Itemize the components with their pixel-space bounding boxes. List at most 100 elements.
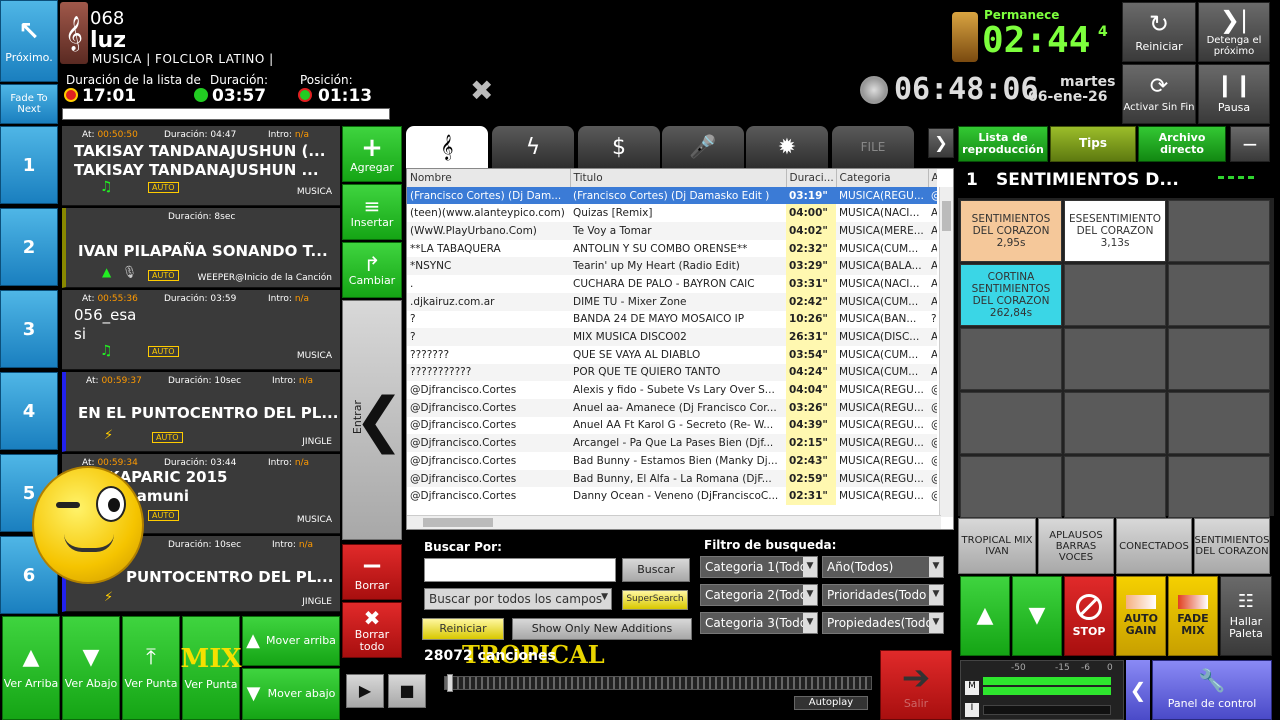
cart-cell-empty[interactable] <box>1168 200 1270 262</box>
exit-button[interactable]: ➔ Salir <box>880 650 952 720</box>
queue-number-4[interactable]: 4 <box>0 372 58 450</box>
tab-effects[interactable]: ϟ <box>492 126 574 168</box>
tab-next-button[interactable]: ❯ <box>928 128 954 158</box>
next-button[interactable]: ↖ Próximo. <box>0 0 58 82</box>
table-row[interactable]: ? BANDA 24 DE MAYO MOSAICO IP 10:26" MUSICA… <box>407 310 937 329</box>
queue-item[interactable]: Duración: 8sec IVAN PILAPAÑA SONANDO T..… <box>62 208 340 288</box>
queue-number-2[interactable]: 2 <box>0 208 58 286</box>
delete-button[interactable]: − Borrar <box>342 544 402 600</box>
cart-cell-empty[interactable] <box>1168 456 1270 518</box>
tips-button[interactable]: Tips <box>1050 126 1136 162</box>
tab-music[interactable]: 𝄞 <box>406 126 488 168</box>
column-header[interactable]: Duraci... <box>786 169 837 187</box>
find-palette-button[interactable]: ☷ Hallar Paleta <box>1220 576 1272 656</box>
column-header[interactable]: Nombre <box>407 169 571 187</box>
table-row[interactable]: **LA TABAQUERA ANTOLIN Y SU COMBO ORENSE*… <box>407 239 937 258</box>
table-row[interactable]: ??????? QUE SE VAYA AL DIABLO 03:54" MUSICA… <box>407 345 937 364</box>
supersearch-button[interactable]: SuperSearch <box>622 590 688 610</box>
direct-file-button[interactable]: Archivo directo <box>1138 126 1226 162</box>
category1-select[interactable]: Categoria 1(Todo ▼ <box>700 556 818 578</box>
table-row[interactable]: @Djfrancisco.Cortes Bad Bunny, El Alfa - … <box>407 469 937 488</box>
palette-tab[interactable]: SENTIMIENTOS DEL CORAZON <box>1194 518 1270 574</box>
column-header[interactable]: Categoria <box>836 169 929 187</box>
queue-item[interactable]: At: 00:55:36 Duración: 03:59 Intro: n/a 05… <box>62 290 340 370</box>
preview-seek-bar[interactable] <box>444 674 872 692</box>
category3-select[interactable]: Categoria 3(Todo ▼ <box>700 612 818 634</box>
enter-button[interactable]: Entrar ❮ <box>342 300 404 540</box>
category2-select[interactable]: Categoria 2(Todo ▼ <box>700 584 818 606</box>
cart-cell-empty[interactable] <box>1064 328 1166 390</box>
queue-number-3[interactable]: 3 <box>0 290 58 368</box>
table-row[interactable]: @Djfrancisco.Cortes Bad Bunny - Estamos B… <box>407 452 937 470</box>
priority-select[interactable]: Prioridades(Todo ▼ <box>822 584 944 606</box>
cart-cell-empty[interactable] <box>960 328 1062 390</box>
delete-all-button[interactable]: ✖ Borrar todo <box>342 602 402 658</box>
cart-cell-empty[interactable] <box>1064 456 1166 518</box>
cart-cell-empty[interactable] <box>960 392 1062 454</box>
column-header[interactable]: A <box>928 169 937 187</box>
table-row[interactable]: @Djfrancisco.Cortes Anuel AA Ft Karol G -… <box>407 416 937 435</box>
move-up-button[interactable]: ▲ Mover arriba <box>242 616 340 666</box>
mute-icon[interactable]: ✖ <box>470 74 493 107</box>
cart-cell[interactable]: ESESENTIMIENTO DEL CORAZON 3,13s <box>1064 200 1166 262</box>
auto-gain-button[interactable]: AUTO GAIN <box>1116 576 1166 656</box>
search-button[interactable]: Buscar <box>622 558 690 582</box>
queue-number-1[interactable]: 1 <box>0 126 58 204</box>
view-up-button[interactable]: ▲ Ver Arriba <box>2 616 60 720</box>
table-row[interactable]: (Francisco Cortes) (Dj Dam... (Francisco … <box>407 186 937 205</box>
palette-tab[interactable]: TROPICAL MIX IVAN <box>958 518 1036 574</box>
fade-mix-button[interactable]: FADE MIX <box>1168 576 1218 656</box>
move-down-button[interactable]: ▼ Mover abajo <box>242 668 340 720</box>
tab-voice[interactable]: 🎤 <box>662 126 744 168</box>
fade-to-next-button[interactable]: Fade To Next <box>0 84 58 124</box>
cart-cell-empty[interactable] <box>1168 328 1270 390</box>
stop-preview-button[interactable]: ■ <box>388 674 426 708</box>
table-row[interactable]: (WwW.PlayUrbano.Com) Te Voy a Tomar 04:02"… <box>407 222 937 240</box>
horizontal-scrollbar[interactable] <box>407 515 941 529</box>
cart-cell-empty[interactable] <box>1168 264 1270 326</box>
view-down-button[interactable]: ▼ Ver Abajo <box>62 616 120 720</box>
table-row[interactable]: . CUCHARA DE PALO - BAYRON CAIC 03:31" MUSI… <box>407 275 937 293</box>
minimize-button[interactable]: − <box>1230 126 1270 162</box>
palette-up-button[interactable]: ▲ <box>960 576 1010 656</box>
add-button[interactable]: + Agregar <box>342 126 402 182</box>
play-button[interactable]: ▶ <box>346 674 384 708</box>
show-new-button[interactable]: Show Only New Additions <box>512 618 692 640</box>
loop-button[interactable]: ⟳ Activar Sin Fin <box>1122 64 1196 124</box>
cart-cell-empty[interactable] <box>1064 264 1166 326</box>
stop-next-button[interactable]: ❯| Detenga el próximo <box>1198 2 1270 62</box>
playlist-button[interactable]: Lista de reproducción <box>958 126 1048 162</box>
tab-misc[interactable]: ✹ <box>746 126 828 168</box>
table-row[interactable]: (teen)(www.alanteypico.com) Quizas [Remix… <box>407 204 937 223</box>
view-top-button[interactable]: ⤒ Ver Punta <box>122 616 180 720</box>
year-select[interactable]: Año(Todos) ▼ <box>822 556 944 578</box>
properties-select[interactable]: Propiedades(Todo ▼ <box>822 612 944 634</box>
table-row[interactable]: *NSYNC Tearin' up My Heart (Radio Edit) 03… <box>407 257 937 276</box>
palette-tab[interactable]: APLAUSOS BARRAS VOCES <box>1038 518 1114 574</box>
insert-button[interactable]: ≡ Insertar <box>342 184 402 240</box>
autoplay-toggle[interactable]: Autoplay <box>794 696 868 710</box>
table-row[interactable]: ??????????? POR QUE TE QUIERO TANTO 04:24"… <box>407 363 937 382</box>
search-input[interactable] <box>424 558 616 582</box>
cart-cell-empty[interactable] <box>960 456 1062 518</box>
table-row[interactable]: @Djfrancisco.Cortes Alexis y fido - Subet… <box>407 381 937 399</box>
column-header[interactable]: Titulo <box>570 169 787 187</box>
restart-button[interactable]: ↻ Reiniciar <box>1122 2 1196 62</box>
progress-bar[interactable] <box>62 108 390 120</box>
seek-handle[interactable] <box>447 674 453 692</box>
table-row[interactable]: @Djfrancisco.Cortes Anuel aa- Amanece (Dj… <box>407 398 937 417</box>
cart-cell-empty[interactable] <box>1168 392 1270 454</box>
queue-item[interactable]: At: 00:59:37 Duración: 10sec Intro: n/a EN… <box>62 372 340 452</box>
library-list[interactable]: Nombre Titulo Duraci... Categoria A (Fra… <box>406 168 954 530</box>
table-row[interactable]: ?MIX MUSICA DISCO0226:31"MUSICA(DISC...A <box>407 328 937 346</box>
vertical-scrollbar[interactable] <box>939 187 953 517</box>
tab-file[interactable]: FILE <box>832 126 914 168</box>
cart-cell[interactable]: SENTIMIENTOS DEL CORAZON 2,95s <box>960 200 1062 262</box>
search-scope-select[interactable]: Buscar por todos los campos ▼ <box>424 588 612 610</box>
cart-cell-empty[interactable] <box>1064 392 1166 454</box>
table-row[interactable]: @Djfrancisco.Cortes Danny Ocean - Veneno … <box>407 487 937 506</box>
control-panel-button[interactable]: 🔧 Panel de control <box>1152 660 1272 720</box>
tab-commercials[interactable]: $ <box>578 126 660 168</box>
reset-search-button[interactable]: Reiniciar <box>422 618 504 640</box>
table-row[interactable]: @Djfrancisco.Cortes Arcangel - Pa Que La … <box>407 434 937 452</box>
